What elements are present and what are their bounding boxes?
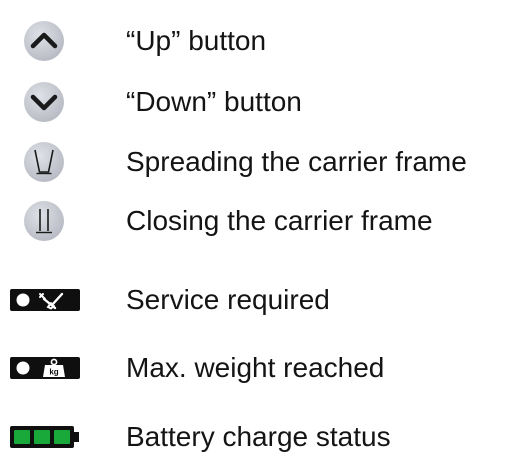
legend-icon-cell (0, 19, 110, 63)
chevron-up-button-icon (22, 19, 66, 63)
legend-icon-cell (0, 140, 110, 184)
kg-text: kg (49, 368, 58, 377)
legend-label: Closing the carrier frame (126, 205, 433, 236)
legend-row-close: Closing the carrier frame (0, 199, 523, 243)
legend-row-battery: Battery charge status (0, 415, 523, 459)
legend-label: Service required (126, 284, 330, 315)
battery-charge-indicator-icon (10, 426, 80, 448)
legend-icon-cell (0, 278, 110, 322)
legend-label: “Down” button (126, 86, 302, 117)
max-weight-kg-indicator-icon: kg (10, 357, 80, 379)
legend-icon-cell: kg (0, 346, 110, 390)
legend-row-down: “Down” button (0, 80, 523, 124)
legend-icon-cell (0, 415, 110, 459)
legend-label: Battery charge status (126, 421, 391, 452)
chevron-down-button-icon (22, 80, 66, 124)
legend-row-service: Service required (0, 278, 523, 322)
service-wrench-indicator-icon (10, 289, 80, 311)
close-frame-icon (22, 199, 66, 243)
legend-icon-cell (0, 199, 110, 243)
legend-icon-cell (0, 80, 110, 124)
legend-label: Spreading the carrier frame (126, 146, 467, 177)
legend-label: “Up” button (126, 25, 267, 56)
legend-row-max-weight: kg Max. weight reached (0, 346, 523, 390)
spread-frame-icon (22, 140, 66, 184)
legend-row-spread: Spreading the carrier frame (0, 140, 523, 184)
legend-row-up: “Up” button (0, 19, 523, 63)
legend-label: Max. weight reached (126, 352, 385, 383)
